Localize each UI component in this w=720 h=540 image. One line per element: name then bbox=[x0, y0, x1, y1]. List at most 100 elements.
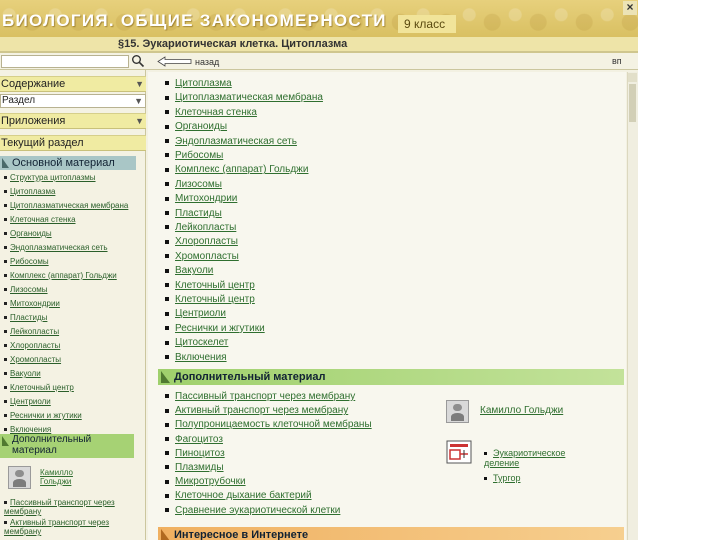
contents-label: Содержание bbox=[1, 78, 66, 90]
multimedia-item[interactable]: Тургор bbox=[484, 473, 521, 483]
back-arrow-icon bbox=[157, 56, 192, 67]
sidebar-topic-item[interactable]: Лейкопласты bbox=[4, 327, 59, 336]
sidebar-topic-item[interactable]: Клеточный центр bbox=[4, 383, 74, 392]
sidebar-extra-item[interactable]: Активный транспорт через мембрану bbox=[4, 518, 126, 536]
bullet-icon bbox=[165, 81, 169, 86]
topic-item[interactable]: Цитоплазма bbox=[165, 78, 232, 89]
topic-item[interactable]: Включения bbox=[165, 352, 227, 363]
topic-item[interactable]: Лизосомы bbox=[165, 179, 222, 190]
golgi-portrait-icon[interactable] bbox=[8, 466, 31, 489]
back-button[interactable]: назад bbox=[157, 55, 229, 68]
biography-link[interactable]: Камилло Гольджи bbox=[480, 405, 563, 416]
contents-button[interactable]: Содержание ▼ bbox=[0, 76, 146, 92]
topic-item[interactable]: Клеточный центр bbox=[165, 294, 255, 305]
bullet-icon bbox=[165, 479, 169, 484]
scroll-up-icon[interactable] bbox=[628, 73, 637, 82]
appendix-label: Приложения bbox=[1, 115, 66, 127]
sidebar-topic-item[interactable]: Цитоплазма bbox=[4, 187, 55, 196]
sidebar-topic-item[interactable]: Комплекс (аппарат) Гольджи bbox=[4, 271, 117, 280]
topic-item-label: Клеточный центр bbox=[175, 279, 255, 291]
topic-item[interactable]: Хлоропласты bbox=[165, 236, 238, 247]
sidebar-topic-item-label: Цитоплазма bbox=[10, 187, 56, 196]
bullet-icon bbox=[165, 210, 169, 215]
topic-item[interactable]: Комплекс (аппарат) Гольджи bbox=[165, 164, 308, 175]
topic-item-label: Клеточная стенка bbox=[175, 106, 257, 118]
topic-item[interactable]: Клеточная стенка bbox=[165, 107, 257, 118]
topic-item[interactable]: Клеточный центр bbox=[165, 280, 255, 291]
sidebar-bio-link[interactable]: Камилло Гольджи bbox=[40, 468, 100, 486]
extra-topic-item[interactable]: Клеточное дыхание бактерий bbox=[165, 490, 312, 501]
topic-item-label: Рибосомы bbox=[175, 150, 224, 161]
scrollbar[interactable] bbox=[627, 72, 638, 540]
sidebar-topic-item[interactable]: Хлоропласты bbox=[4, 341, 60, 350]
sidebar-topic-item[interactable]: Хромопласты bbox=[4, 355, 61, 364]
extra-topic-item[interactable]: Плазмиды bbox=[165, 462, 224, 473]
topic-item[interactable]: Вакуоли bbox=[165, 265, 213, 276]
sidebar-topic-item[interactable]: Эндоплазматическая сеть bbox=[4, 243, 108, 252]
extra-topic-item[interactable]: Фагоцитоз bbox=[165, 434, 223, 445]
topic-item[interactable]: Цитоскелет bbox=[165, 337, 228, 348]
biography-portrait-icon[interactable] bbox=[446, 400, 469, 423]
current-section-button[interactable]: Текущий раздел bbox=[0, 135, 146, 151]
sidebar-topic-item[interactable]: Рибосомы bbox=[4, 257, 49, 266]
sidebar-extra-heading[interactable]: Дополнительный материал bbox=[0, 434, 134, 458]
sidebar-extra-item[interactable]: Пассивный транспорт через мембрану bbox=[4, 498, 126, 516]
bullet-icon bbox=[165, 394, 169, 399]
topic-item[interactable]: Хромопласты bbox=[165, 251, 239, 262]
sidebar-topic-item[interactable]: Вакуоли bbox=[4, 369, 41, 378]
scrollbar-thumb[interactable] bbox=[629, 84, 636, 122]
extra-topic-item[interactable]: Полупроницаемость клеточной мембраны bbox=[165, 419, 372, 430]
extra-topic-item[interactable]: Пассивный транспорт через мембрану bbox=[165, 391, 355, 402]
topic-item-label: Цитоскелет bbox=[175, 337, 229, 349]
section-select[interactable]: Раздел ▼ bbox=[0, 94, 146, 108]
close-icon[interactable]: × bbox=[623, 1, 637, 15]
sidebar-topic-item[interactable]: Структура цитоплазмы bbox=[4, 173, 96, 182]
topic-item[interactable]: Рибосомы bbox=[165, 150, 223, 161]
sidebar-topic-item[interactable]: Клеточная стенка bbox=[4, 215, 76, 224]
bullet-icon bbox=[165, 340, 169, 345]
extra-topic-item[interactable]: Сравнение эукариотической клетки bbox=[165, 505, 340, 516]
next-button[interactable]: вп bbox=[612, 56, 622, 66]
topic-item-label: Митохондрии bbox=[175, 193, 238, 205]
search-input[interactable] bbox=[1, 55, 129, 68]
sidebar-topic-item[interactable]: Центриоли bbox=[4, 397, 51, 406]
topic-item[interactable]: Реснички и жгутики bbox=[165, 323, 265, 334]
bullet-icon bbox=[165, 436, 169, 441]
chevron-down-icon: ▼ bbox=[135, 116, 144, 126]
sidebar-topic-item[interactable]: Органоиды bbox=[4, 229, 52, 238]
topic-item-label: Органоиды bbox=[175, 121, 228, 133]
bullet-icon bbox=[165, 311, 169, 316]
appendix-button[interactable]: Приложения ▼ bbox=[0, 113, 146, 129]
extra-topic-item[interactable]: Микротрубочки bbox=[165, 476, 246, 487]
extra-topic-item[interactable]: Пиноцитоз bbox=[165, 448, 225, 459]
sidebar-topic-item[interactable]: Реснички и жгутики bbox=[4, 411, 82, 420]
sidebar-topic-item-label: Вакуоли bbox=[10, 369, 41, 378]
bullet-icon bbox=[4, 316, 7, 320]
sidebar-topic-item[interactable]: Лизосомы bbox=[4, 285, 48, 294]
main-extra-heading: Дополнительный материал bbox=[158, 369, 624, 385]
sidebar-topic-item-label: Лейкопласты bbox=[10, 327, 60, 336]
topic-item[interactable]: Цитоплазматическая мембрана bbox=[165, 92, 323, 103]
sidebar-topic-item[interactable]: Цитоплазматическая мембрана bbox=[4, 201, 128, 210]
bullet-icon bbox=[165, 124, 169, 129]
topic-item[interactable]: Лейкопласты bbox=[165, 222, 236, 233]
multimedia-icon[interactable] bbox=[446, 440, 472, 464]
extra-topic-item[interactable]: Активный транспорт через мембрану bbox=[165, 405, 348, 416]
sidebar-topic-item[interactable]: Включения bbox=[4, 425, 51, 434]
topic-item[interactable]: Пластиды bbox=[165, 208, 222, 219]
multimedia-item[interactable]: Эукариотическое деление bbox=[484, 448, 576, 468]
topic-item[interactable]: Эндоплазматическая сеть bbox=[165, 136, 297, 147]
chevron-down-icon: ▼ bbox=[134, 96, 143, 106]
topic-item[interactable]: Митохондрии bbox=[165, 193, 237, 204]
extra-topic-item-label: Клеточное дыхание бактерий bbox=[175, 490, 312, 502]
search-icon[interactable] bbox=[131, 54, 145, 68]
bullet-icon bbox=[4, 176, 7, 180]
topic-item[interactable]: Органоиды bbox=[165, 121, 227, 132]
sidebar-topic-item[interactable]: Пластиды bbox=[4, 313, 47, 322]
bullet-icon bbox=[4, 260, 7, 264]
topic-item[interactable]: Центриоли bbox=[165, 308, 226, 319]
bullet-icon bbox=[165, 138, 169, 143]
sidebar-topic-item[interactable]: Митохондрии bbox=[4, 299, 60, 308]
sidebar-main-heading[interactable]: Основной материал bbox=[0, 156, 136, 170]
sidebar-topic-item-label: Эндоплазматическая сеть bbox=[10, 243, 108, 252]
